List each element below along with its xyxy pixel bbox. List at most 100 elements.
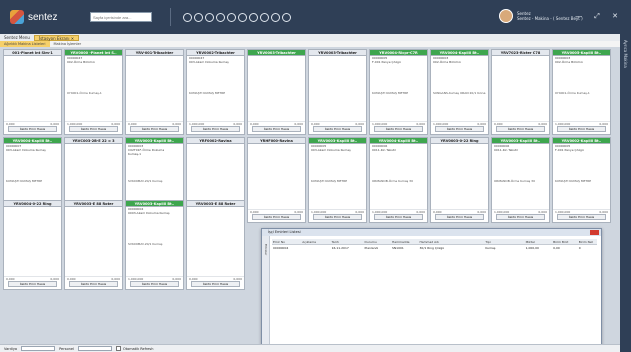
machine-card-detail [4,152,61,156]
column-header[interactable]: Tarih [331,239,364,244]
forward-icon[interactable] [194,12,203,22]
start-work-order-button[interactable]: İlaktü Emri Hasla [191,126,240,132]
machine-card[interactable]: YRV-001-Tribachter 0,000 0,000 İlaktü Em… [125,49,184,135]
machine-card-planned: 1,000,000 [433,122,449,126]
auto-refresh-checkbox[interactable] [115,346,121,351]
machine-card-planned: 0,000 [494,122,503,126]
machine-card[interactable]: YRV0000 -Planet Int S.. 00000047 002-Örm… [64,49,123,135]
machine-card-product: 0Y4001-Örme Kumaş-1 [555,91,590,95]
start-work-order-button[interactable]: İlaktü Emri Hasla [313,214,362,220]
start-work-order-button[interactable]: İlaktü Emri Hasla [435,126,484,132]
column-header[interactable]: Birim Brüt [552,239,578,244]
machine-card[interactable]: YRV0004-Kapilli Bt.. 00000003 002-Örme B… [430,49,489,135]
help-icon[interactable] [271,12,280,22]
machine-card[interactable]: YRV0005-Kapilli Bt.. 00000003 002-Örme B… [552,49,611,135]
logo-icon [10,10,24,24]
dialog-title-bar[interactable]: İşçi Emirleri Listesi [262,229,601,236]
column-header[interactable]: Birim Net [578,239,597,244]
machine-card-detail [309,152,366,156]
machine-card-product: 0Y4001-Örme Kumaş-1 [67,91,102,95]
exit-icon[interactable] [282,12,291,22]
avatar[interactable] [499,9,513,23]
right-sidebar[interactable]: Ayrıca Makina [620,34,631,352]
column-header[interactable]: Açıklama [301,239,330,244]
machine-card-planned: 1,000,000 [311,210,327,214]
machine-card-produced: 0,000 [538,210,547,214]
user-panel[interactable]: Sentez Sentez - Makina - ( Sentez Beyt ) [499,9,583,23]
machine-card-produced: 0,000 [172,277,181,281]
machine-card[interactable]: YRV0002-Kapilli Bt.. 00000005 F-001 Peny… [552,137,611,223]
column-header[interactable]: Hammad Adı [419,239,485,244]
table-cell: 1,000,00 [525,246,539,250]
machine-card[interactable]: YRV0004-Ricpr-C7R 00000005 F-001 Penye Ç… [369,49,428,135]
window-controls[interactable]: — ⤢ ✕ [575,12,623,21]
start-work-order-button[interactable]: İlaktü Emri Hasla [130,126,179,132]
start-work-order-button[interactable]: İlaktü Emri Hasla [374,126,423,132]
machine-card-planned: 1,000,000 [128,277,144,281]
back-icon[interactable] [183,12,192,22]
subtab-machine-lists[interactable]: Ağırlıklı Makina Listeleri [0,41,50,47]
machine-card-quantities: 1,000,000 0,000 [492,209,549,214]
machine-card[interactable]: YRV0003-E 88 Roter 0,000 0,000 İlaktü Em… [64,200,123,290]
machine-card[interactable]: YRV0003-Kapilli Bt.. 00000005 003-Akam D… [308,137,367,223]
table-cell: 00000004 [273,246,289,250]
start-work-order-button[interactable]: İlaktü Emri Hasla [191,281,240,287]
stop-icon[interactable] [227,12,236,22]
machine-card[interactable]: YRV0004-0-22 Ring 0,000 0,000 İlaktü Emr… [3,200,62,290]
column-header[interactable]: Miktar [525,239,552,244]
start-work-order-button[interactable]: İlaktü Emri Hasla [8,281,57,287]
start-work-order-button[interactable]: İlaktü Emri Hasla [69,281,118,287]
work-orders-dialog[interactable]: İşçi Emirleri Listesi Filtreler Emir No A… [261,228,602,352]
machine-card[interactable]: YRV0003-Tribachter 0,000 0,000 İlaktü Em… [247,49,306,135]
machine-card[interactable]: YRV0003-E 88 Roter 0,000 0,000 İlaktü Em… [186,200,245,290]
machine-card-product: ORMANOB-Örme Kumaş 30 [494,179,535,183]
column-header[interactable]: Tipi [484,239,524,244]
subtab-machine-operations[interactable]: Makina İşlemler [50,41,86,47]
machine-card[interactable]: YRV0004-Kapilli Bt.. 00000006 0011-Kin T… [369,137,428,223]
start-work-order-button[interactable]: İlaktü Emri Hasla [374,214,423,220]
search-input[interactable] [90,12,152,22]
machine-card[interactable]: YRHF000-Ravina 0,000 0,000 İlaktü Emri H… [247,137,306,223]
nav-icons [183,12,291,22]
machine-card-produced: 0,000 [111,122,120,126]
start-work-order-button[interactable]: İlaktü Emri Hasla [313,126,362,132]
machine-card[interactable]: YRV0002-Tribachter 00000047 003-Akam Dok… [186,49,245,135]
refresh-icon[interactable] [205,12,214,22]
machine-card-detail [187,152,244,156]
machine-card-produced: 0,000 [355,210,364,214]
top-bar: sentez Sentez Sentez - Makina - ( Sentez… [0,0,631,34]
personnel-select[interactable] [77,346,112,351]
machine-card-quantities: 0,000 0,000 [126,121,183,126]
start-work-order-button[interactable]: İlaktü Emri Hasla [8,126,57,132]
machine-card[interactable]: YRV0003-Kapilli Bt.. 00000006 0011-Kin T… [491,137,550,223]
close-icon[interactable] [590,230,599,235]
machine-card[interactable]: YRV0003-0-22 Ring 0,000 0,000 İlaktü Emr… [430,137,489,223]
print-icon[interactable] [238,12,247,22]
start-work-order-button[interactable]: İlaktü Emri Hasla [130,281,179,287]
machine-card[interactable]: YRV7023-Ricter C78 0,000 0,000 İlaktü Em… [491,49,550,135]
shift-select[interactable] [21,346,56,351]
home-icon[interactable] [216,12,225,22]
start-work-order-button[interactable]: İlaktü Emri Hasla [496,214,545,220]
machine-card-detail [126,215,183,219]
machine-card-produced: 0,000 [599,122,608,126]
machine-card[interactable]: YRV0003-Tribachter 0,000 0,000 İlaktü Em… [308,49,367,135]
start-work-order-button[interactable]: İlaktü Emri Hasla [496,126,545,132]
start-work-order-button[interactable]: İlaktü Emri Hasla [252,214,301,220]
column-header[interactable]: Hammadde [391,239,418,244]
start-work-order-button[interactable]: İlaktü Emri Hasla [435,214,484,220]
dialog-filter-strip[interactable]: Filtreler [262,236,270,352]
info-icon[interactable] [260,12,269,22]
settings-icon[interactable] [249,12,258,22]
machine-card-planned: 1,000,000 [555,122,571,126]
machine-card[interactable]: 001-Planet Int Sim-1 0,000 0,000 İlaktü … [3,49,62,135]
column-header[interactable]: Durumu [364,239,391,244]
start-work-order-button[interactable]: İlaktü Emri Hasla [69,126,118,132]
start-work-order-button[interactable]: İlaktü Emri Hasla [557,214,606,220]
table-row[interactable]: 00000004 16.11.2017 Planlandı SN1001 30/1 Ri… [272,245,597,251]
start-work-order-button[interactable]: İlaktü Emri Hasla [557,126,606,132]
machine-card[interactable]: YRV0003-Kapilli Bt.. 00000004 0003-Akam … [125,200,184,290]
start-work-order-button[interactable]: İlaktü Emri Hasla [252,126,301,132]
machine-card-product: KUMAŞTI KUMAŞ METRE [189,91,226,95]
column-header[interactable]: Emir No [272,239,301,244]
